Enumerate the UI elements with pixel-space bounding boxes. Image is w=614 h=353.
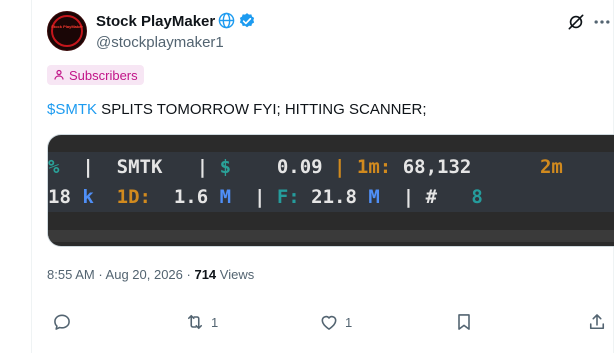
- dollar-sign: $: [219, 156, 232, 178]
- tweet-text: $SMTK SPLITS TOMORROW FYI; HITTING SCANN…: [47, 101, 427, 118]
- tweet-image[interactable]: % | SMTK | $ 0.09 | 1m: 68,132 2m 18 k 1…: [47, 134, 614, 247]
- volume-tail: 18: [48, 186, 71, 208]
- separator: |: [391, 186, 426, 208]
- share-icon: [589, 314, 605, 330]
- tweet-actions: 1 1: [47, 312, 614, 336]
- reply-icon: [54, 314, 70, 330]
- avatar-ring: [51, 15, 83, 47]
- reply-button[interactable]: [52, 312, 78, 332]
- scanner-row-1: % | SMTK | $ 0.09 | 1m: 68,132 2m: [48, 152, 614, 182]
- tweet-time[interactable]: 8:55 AM: [47, 267, 95, 282]
- subscribers-badge: Subscribers: [47, 65, 144, 85]
- verified-badge-icon[interactable]: [238, 12, 256, 30]
- count-value: 8: [448, 186, 483, 208]
- like-button[interactable]: 1: [319, 312, 352, 332]
- unit-m: M: [208, 186, 254, 208]
- retweet-button[interactable]: 1: [185, 312, 218, 332]
- author-name[interactable]: Stock PlayMaker: [96, 13, 215, 30]
- subscribers-icon: [54, 69, 64, 80]
- separator: |: [162, 156, 220, 178]
- unit-k: k: [70, 186, 117, 208]
- ticker-symbol: SMTK: [116, 156, 163, 178]
- scanner-row-2: 18 k 1D: 1.6 M | F: 21.8 M | # 8: [48, 182, 614, 212]
- volume-1m-value: 68,132: [391, 156, 472, 178]
- float-label: F:: [265, 186, 300, 208]
- unit-m: M: [356, 186, 392, 208]
- more-options-icon[interactable]: [592, 12, 612, 32]
- separator: |: [253, 186, 266, 208]
- avatar[interactable]: Stock PlayMaker: [47, 11, 87, 51]
- bookmark-button[interactable]: [454, 312, 474, 332]
- views-label: Views: [219, 267, 255, 282]
- pct-sign: %: [48, 156, 60, 178]
- scanner-bottom-bar: [48, 230, 614, 242]
- timeline-left-border: [31, 0, 32, 353]
- cashtag-link[interactable]: $SMTK: [47, 101, 97, 118]
- tweet-date[interactable]: Aug 20, 2026: [106, 267, 183, 282]
- volume-2m-label: 2m: [471, 156, 563, 178]
- grok-icon[interactable]: [566, 12, 586, 32]
- tweet-body: SPLITS TOMORROW FYI; HITTING SCANNER;: [97, 101, 427, 118]
- separator: |: [334, 156, 357, 178]
- globe-icon: [218, 12, 235, 29]
- tweet-metadata: 8:55 AM · Aug 20, 2026 · 714 Views: [47, 267, 255, 282]
- price-value: 0.09: [231, 156, 335, 178]
- views-count: 714: [194, 267, 217, 282]
- subscribers-badge-label: Subscribers: [69, 67, 138, 83]
- hash-sign: #: [425, 186, 449, 208]
- volume-1d-label: 1D:: [116, 186, 151, 208]
- avatar-logo-text: Stock PlayMaker: [51, 24, 83, 29]
- share-button[interactable]: [587, 312, 607, 332]
- float-value: 21.8: [299, 186, 357, 208]
- bookmark-icon: [458, 314, 470, 330]
- volume-1d-value: 1.6: [150, 186, 209, 208]
- retweet-count: 1: [211, 314, 219, 330]
- heart-icon: [321, 315, 337, 330]
- volume-1m-label: 1m:: [356, 156, 392, 178]
- retweet-icon: [187, 314, 203, 330]
- like-count: 1: [345, 314, 353, 330]
- separator: |: [59, 156, 117, 178]
- author-handle[interactable]: @stockplaymaker1: [96, 34, 224, 51]
